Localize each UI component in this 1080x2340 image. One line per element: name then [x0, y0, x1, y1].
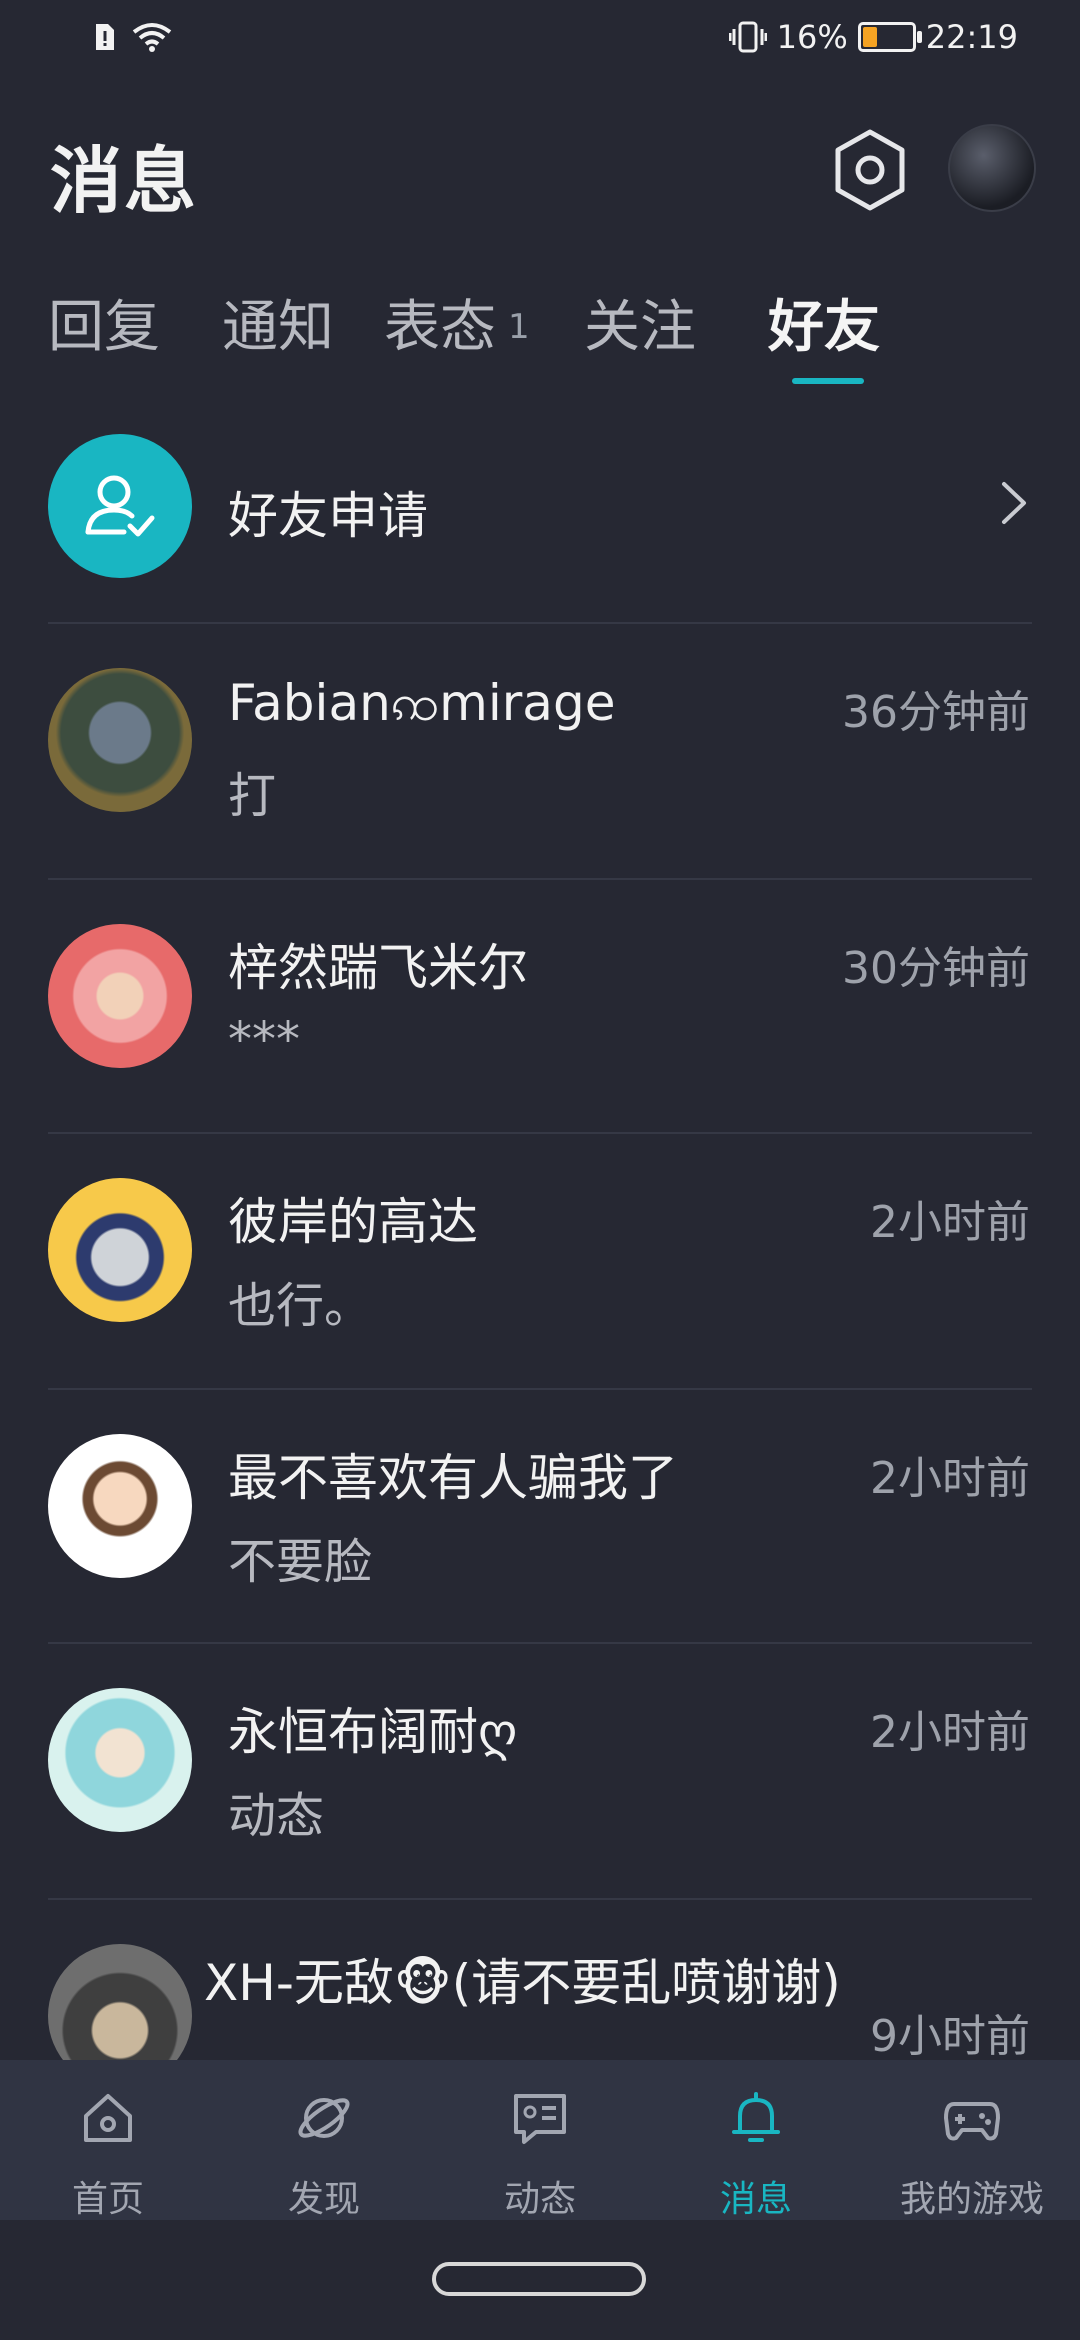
chat-message: 也行。: [228, 1278, 373, 1334]
chat-card-icon: [514, 2094, 566, 2144]
chat-time: 2小时前: [870, 1197, 1030, 1248]
tabbar-label: 消息: [719, 2179, 792, 2220]
tab-reply[interactable]: 回复: [48, 282, 160, 363]
avatar: [48, 1434, 192, 1578]
chat-row[interactable]: 梓然踹飞米尔 *** 30分钟前: [0, 880, 1080, 1134]
message-tabs: 回复 通知 表态 1 关注 好友: [0, 282, 1080, 392]
chat-row[interactable]: 永恒布阔耐ღ 动态 2小时前: [0, 1644, 1080, 1898]
status-bar: 16% 22:19: [0, 0, 1080, 84]
user-avatar[interactable]: [948, 124, 1036, 212]
chat-time: 9小时前: [870, 2011, 1030, 2060]
tab-badge: 1: [508, 307, 530, 347]
settings-hex-icon[interactable]: [832, 128, 908, 212]
tab-indicator: [792, 378, 864, 384]
tabbar-label: 我的游戏: [899, 2179, 1044, 2220]
wifi-icon: [132, 23, 172, 52]
battery-icon: [857, 22, 922, 52]
avatar: [48, 1688, 192, 1832]
chat-name: XH-无敌🐵(请不要乱喷谢谢): [204, 1954, 841, 2012]
avatar: [48, 924, 192, 1068]
chat-time: 2小时前: [870, 1453, 1030, 1504]
tabbar-discover[interactable]: 发现: [216, 2060, 432, 2220]
avatar: [48, 668, 192, 812]
tabbar-home[interactable]: 首页: [0, 2060, 216, 2220]
tabbar-feed[interactable]: 动态: [432, 2060, 648, 2220]
tab-label: 回复: [48, 295, 160, 360]
home-indicator[interactable]: [432, 2262, 646, 2296]
chat-time: 30分钟前: [842, 943, 1030, 994]
tab-label: 表态: [384, 295, 496, 360]
battery-percent: 16%: [776, 18, 848, 56]
chat-name: Fabianꩡmirage: [228, 674, 616, 732]
bottom-tab-bar: 首页 发现 动态 消息 我的游戏: [0, 2060, 1080, 2220]
tab-label: 关注: [584, 295, 696, 360]
chat-row[interactable]: 彼岸的高达 也行。 2小时前: [0, 1134, 1080, 1388]
bell-icon: [732, 2092, 780, 2142]
chat-time: 2小时前: [870, 1707, 1030, 1758]
tab-label: 通知: [222, 295, 334, 360]
tab-notify[interactable]: 通知: [222, 282, 334, 363]
chat-name: 永恒布阔耐ღ: [228, 1703, 518, 1761]
chat-row[interactable]: 最不喜欢有人骗我了 不要脸 2小时前: [0, 1390, 1080, 1644]
planet-icon: [298, 2098, 350, 2138]
avatar: [48, 1944, 192, 2060]
chat-name: 最不喜欢有人骗我了: [228, 1449, 678, 1507]
chat-message: 动态: [228, 1788, 325, 1844]
chat-message: 不要脸: [228, 1534, 373, 1590]
chat-row[interactable]: XH-无敌🐵(请不要乱喷谢谢) 9小时前: [0, 1900, 1080, 2060]
tab-follow[interactable]: 关注: [584, 282, 696, 363]
chat-message: 打: [228, 768, 277, 824]
clock: 22:19: [925, 18, 1018, 56]
tab-friends[interactable]: 好友: [768, 282, 880, 363]
alert-sim-icon: [96, 24, 114, 50]
chevron-right-icon: [1002, 482, 1026, 524]
tabbar-label: 动态: [503, 2179, 576, 2220]
chat-row[interactable]: Fabianꩡmirage 打 36分钟前: [0, 624, 1080, 878]
vibrate-icon: [728, 21, 767, 53]
friend-request-row[interactable]: 好友申请: [0, 430, 1080, 620]
tabbar-messages[interactable]: 消息: [648, 2060, 864, 2220]
avatar: [48, 1178, 192, 1322]
tab-reaction[interactable]: 表态 1: [384, 282, 530, 363]
chat-time: 36分钟前: [842, 687, 1030, 738]
home-icon: [84, 2094, 132, 2142]
page-title: 消息: [50, 139, 199, 223]
chat-name: 梓然踹飞米尔: [228, 939, 528, 997]
chat-name: 彼岸的高达: [228, 1193, 478, 1251]
gamepad-icon: [944, 2102, 1000, 2141]
tab-label: 好友: [768, 295, 880, 360]
friend-request-icon: [48, 434, 192, 578]
tabbar-label: 发现: [287, 2179, 360, 2220]
tabbar-my-games[interactable]: 我的游戏: [864, 2060, 1080, 2220]
friend-request-label: 好友申请: [228, 487, 428, 545]
chat-message: ***: [228, 1012, 300, 1068]
tabbar-label: 首页: [71, 2179, 144, 2220]
